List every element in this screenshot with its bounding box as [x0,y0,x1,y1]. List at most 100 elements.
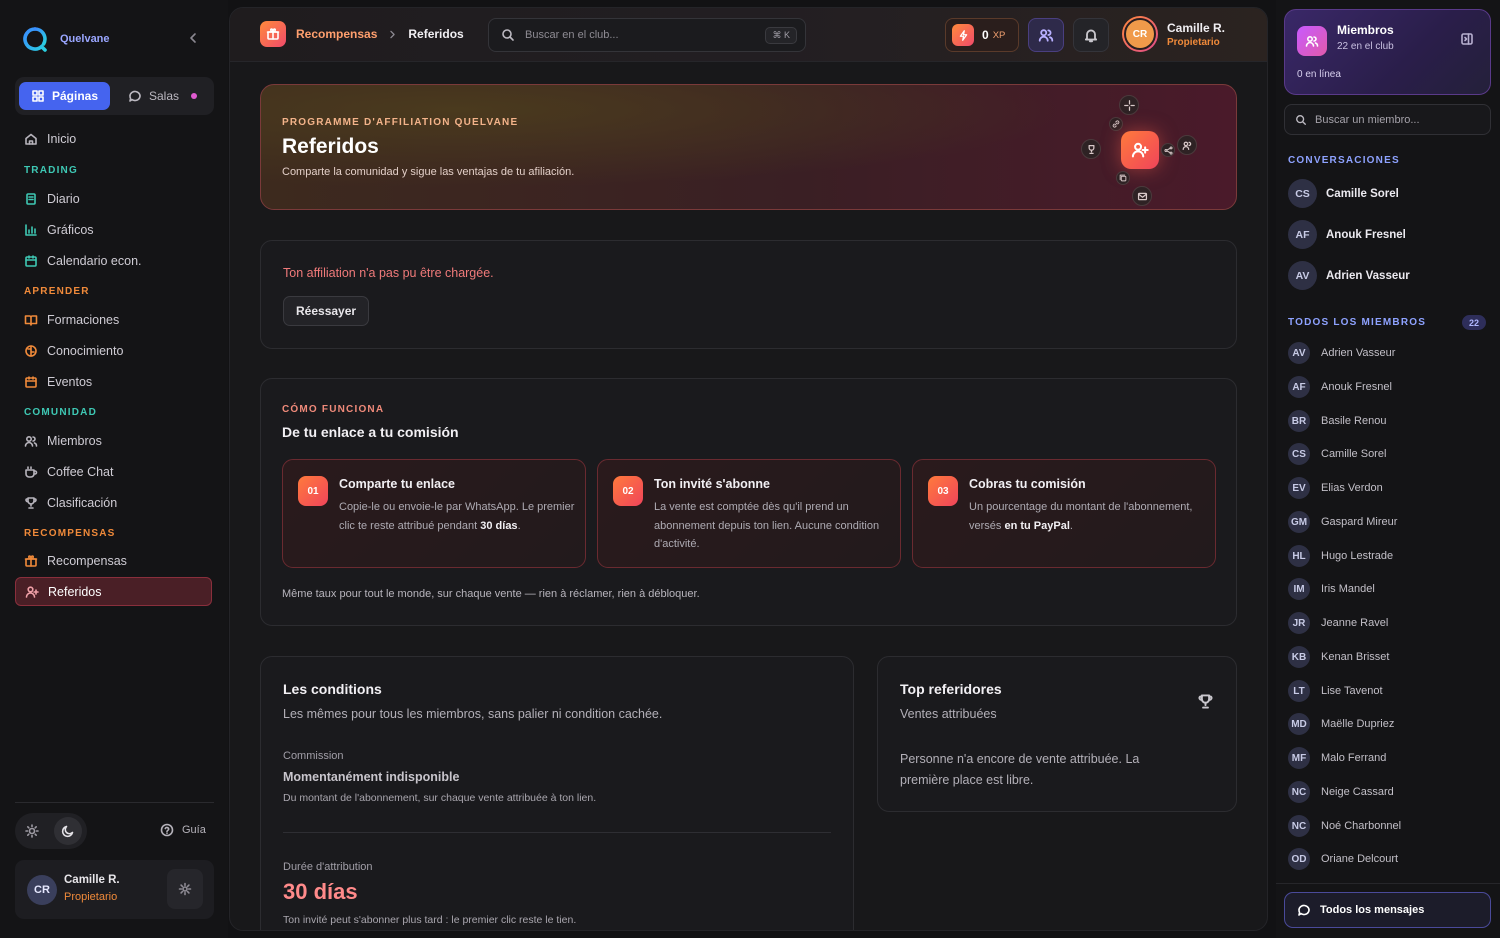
sidebar-item-home[interactable]: Inicio [15,124,212,153]
moon-icon[interactable] [54,817,82,845]
user-name: Camille R. [64,874,120,886]
sidebar-item-coffee-chat[interactable]: Coffee Chat [15,457,212,486]
collapse-panel-icon[interactable] [1460,32,1474,46]
list-item[interactable]: CS Camille Sorel [1288,443,1386,465]
hero-eyebrow: PROGRAMME D'AFFILIATION QUELVANE [282,117,519,128]
step-body: Un pourcentage du montant de l'abonnemen… [969,498,1205,535]
book-open-icon [24,314,38,326]
all-messages-button[interactable]: Todos los mensajes [1284,892,1491,928]
current-user-card[interactable]: CR Camille R. Propietario [15,860,214,919]
member-search[interactable] [1284,104,1491,135]
sidebar-item-calendar[interactable]: Calendario econ. [15,246,212,275]
all-members-title: TODOS LOS MIEMBROS [1288,317,1427,328]
avatar: MF [1288,747,1310,769]
tab-pages[interactable]: Páginas [19,82,110,110]
trophy-icon [1081,139,1101,159]
home-icon [25,133,37,145]
sidebar-item-referrals[interactable]: Referidos [15,577,212,606]
brain-icon [25,344,37,357]
hero-banner: PROGRAMME D'AFFILIATION QUELVANE Referid… [260,84,1237,210]
conversation-item[interactable]: AF Anouk Fresnel [1288,220,1406,249]
member-name: Elias Verdon [1321,482,1383,494]
gift-icon [24,554,38,567]
users-icon [1038,29,1054,42]
retry-button[interactable]: Réessayer [283,296,370,326]
how-footnote: Même taux pour tout le monde, sur chaque… [282,588,700,600]
member-name: Oriane Delcourt [1321,853,1399,865]
chevron-right-icon [387,29,398,40]
step-highlight: 30 días [480,519,518,532]
conversation-name: Anouk Fresnel [1326,228,1406,241]
sidebar-item-members[interactable]: Miembros [15,426,212,455]
sidebar-item-label: Eventos [47,374,93,389]
avatar: AV [1288,261,1317,290]
notifications-button[interactable] [1073,18,1109,52]
list-item[interactable]: AV Adrien Vasseur [1288,342,1395,364]
xp-badge[interactable]: 0 XP [945,18,1019,52]
avatar: KB [1288,646,1310,668]
sidebar-item-rewards[interactable]: Recompensas [15,546,212,575]
list-item[interactable]: BR Basile Renou [1288,410,1386,432]
collapse-sidebar-icon[interactable] [186,31,200,45]
conversation-item[interactable]: AV Adrien Vasseur [1288,261,1410,290]
help-circle-icon [160,823,174,837]
sidebar-item-knowledge[interactable]: Conocimiento [15,336,212,365]
conditions-subtitle: Les mêmes pour tous les miembros, sans p… [283,707,663,721]
sun-icon[interactable] [25,824,39,838]
sidebar-item-charts[interactable]: Gráficos [15,215,212,244]
list-item[interactable]: EV Elias Verdon [1288,477,1383,499]
user-menu[interactable]: CR Camille R. Propietario [1122,16,1225,52]
list-item[interactable]: JR Jeanne Ravel [1288,612,1388,634]
list-item[interactable]: GM Gaspard Mireur [1288,511,1397,533]
chart-icon [25,223,37,236]
sidebar-item-leaderboard[interactable]: Clasificación [15,488,212,517]
list-item[interactable]: KB Kenan Brisset [1288,646,1389,668]
member-name: Anouk Fresnel [1321,381,1392,393]
members-panel-button[interactable] [1028,18,1064,52]
settings-button[interactable] [167,869,203,909]
hero-illustration [1081,93,1221,206]
conversation-item[interactable]: CS Camille Sorel [1288,179,1399,208]
breadcrumb-parent[interactable]: Recompensas [296,27,377,41]
member-name: Gaspard Mireur [1321,516,1398,528]
sidebar-item-journal[interactable]: Diario [15,184,212,213]
sidebar-item-label: Clasificación [47,495,118,510]
brand[interactable]: Quelvane [22,26,110,52]
list-item[interactable]: LT Lise Tavenot [1288,680,1383,702]
trophy-icon [25,496,37,509]
step-card: 02 Ton invité s'abonne La vente est comp… [597,459,901,568]
grid-icon [32,90,44,102]
members-panel: Miembros 22 en el club 0 en línea CONVER… [1276,0,1500,938]
list-item[interactable]: OD Oriane Delcourt [1288,848,1398,870]
step-text-end: . [517,519,521,532]
step-highlight: en tu PayPal [1004,519,1070,532]
trophy-icon [1197,693,1214,710]
divider [283,832,831,833]
global-search[interactable]: ⌘ K [488,18,806,52]
list-item[interactable]: NC Neige Cassard [1288,781,1394,803]
step-card: 03 Cobras tu comisión Un pourcentage du … [912,459,1216,568]
list-item[interactable]: AF Anouk Fresnel [1288,376,1392,398]
theme-toggle[interactable] [15,813,87,849]
search-input[interactable] [525,29,755,41]
member-search-input[interactable] [1315,113,1485,126]
list-item[interactable]: MF Malo Ferrand [1288,747,1386,769]
sidebar-item-courses[interactable]: Formaciones [15,305,212,334]
step-title: Comparte tu enlace [339,477,456,491]
duration-desc: Ton invité peut s'abonner plus tard : le… [283,914,577,926]
sidebar-item-events[interactable]: Eventos [15,367,212,396]
empty-state: Personne n'a encore de vente attribuée. … [900,752,1140,787]
list-item[interactable]: MD Maëlle Dupriez [1288,713,1394,735]
tab-rooms[interactable]: Salas [128,82,198,110]
gift-icon [260,21,286,47]
list-item[interactable]: IM Iris Mandel [1288,578,1375,600]
list-item[interactable]: HL Hugo Lestrade [1288,545,1393,567]
guide-link[interactable]: Guía [160,823,206,837]
list-item[interactable]: NC Noé Charbonnel [1288,815,1401,837]
user-name: Camille R. [1167,20,1226,35]
avatar: CS [1288,443,1310,465]
member-name: Jeanne Ravel [1321,617,1389,629]
member-name: Maëlle Dupriez [1321,718,1395,730]
online-count: 0 en línea [1297,69,1341,80]
how-it-works: CÓMO FUNCIONA De tu enlace a tu comisión… [260,378,1237,626]
